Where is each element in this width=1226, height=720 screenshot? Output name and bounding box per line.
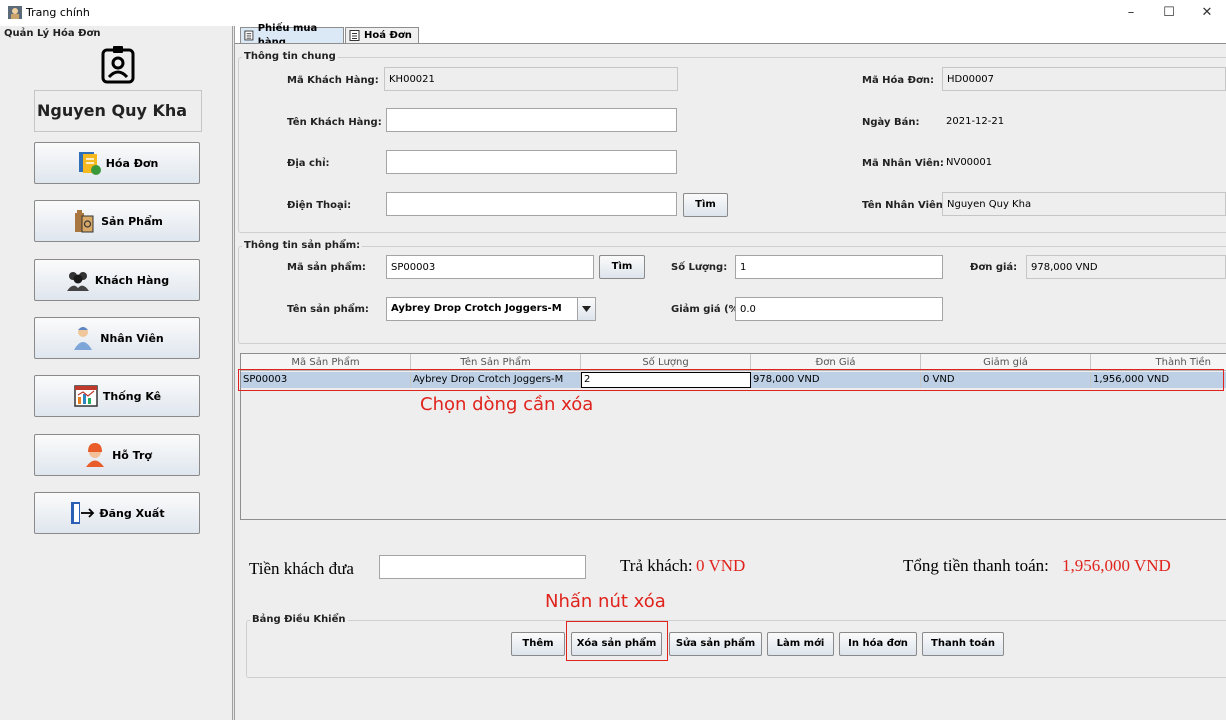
app-icon bbox=[8, 6, 22, 19]
cash-field[interactable] bbox=[379, 555, 586, 579]
product-id-label: Mã sản phẩm: bbox=[287, 262, 366, 273]
quantity-label: Số Lượng: bbox=[671, 262, 728, 273]
tab-purchase-order[interactable]: Phiếu mua hàng bbox=[240, 23, 344, 48]
pay-button[interactable]: Thanh toán bbox=[922, 632, 1004, 656]
customer-name-label: Tên Khách Hàng: bbox=[287, 117, 382, 128]
sidebar-item-employees[interactable]: Nhân Viên bbox=[34, 317, 200, 359]
discount-field[interactable] bbox=[735, 297, 943, 321]
product-name-label: Tên sản phẩm: bbox=[287, 304, 369, 315]
sidebar-item-statistics[interactable]: Thống Kê bbox=[34, 375, 200, 417]
document-icon bbox=[349, 30, 360, 41]
sidebar-item-customers[interactable]: Khách Hàng bbox=[34, 259, 200, 301]
total-value: 1,956,000 VND bbox=[1062, 556, 1171, 575]
invoice-id-field bbox=[942, 67, 1226, 91]
selected-row-highlight bbox=[238, 369, 1224, 391]
sidebar-item-label: Thống Kê bbox=[102, 389, 162, 403]
total-label: Tổng tiền thanh toán: bbox=[903, 556, 1049, 575]
annotation-select-row: Chọn dòng cần xóa bbox=[420, 394, 594, 415]
add-button[interactable]: Thêm bbox=[511, 632, 565, 656]
sale-date-value bbox=[942, 109, 1142, 133]
product-name-dropdown[interactable]: Aybrey Drop Crotch Joggers-M bbox=[386, 297, 596, 321]
customer-search-button[interactable]: Tìm bbox=[683, 193, 728, 217]
sidebar-item-label: Đăng Xuất bbox=[99, 506, 165, 520]
user-name: Nguyen Quy Kha bbox=[34, 90, 202, 132]
column-header-total[interactable]: Thành Tiền bbox=[1091, 354, 1226, 370]
general-info-title: Thông tin chung bbox=[242, 51, 338, 62]
address-field[interactable] bbox=[386, 150, 677, 174]
close-button[interactable]: ✕ bbox=[1192, 4, 1222, 22]
customer-id-label: Mã Khách Hàng: bbox=[287, 75, 379, 86]
sidebar-title: Quản Lý Hóa Đơn bbox=[4, 28, 101, 39]
quantity-field[interactable] bbox=[735, 255, 943, 279]
customer-id-field bbox=[384, 67, 678, 91]
maximize-button[interactable]: ☐ bbox=[1154, 4, 1184, 22]
sidebar-item-label: Nhân Viên bbox=[100, 331, 164, 345]
window-title: Trang chính bbox=[26, 6, 90, 19]
unit-price-field bbox=[1026, 255, 1226, 279]
product-search-button[interactable]: Tìm bbox=[599, 255, 645, 279]
employee-id-label: Mã Nhân Viên: bbox=[862, 158, 944, 169]
user-badge-icon bbox=[101, 46, 135, 84]
sidebar-item-invoice[interactable]: Hóa Đơn bbox=[34, 142, 200, 184]
phone-field[interactable] bbox=[386, 192, 677, 216]
annotation-press-delete: Nhấn nút xóa bbox=[545, 591, 666, 612]
product-icon bbox=[75, 210, 94, 233]
invoice-id-label: Mã Hóa Đơn: bbox=[862, 75, 935, 86]
customers-icon bbox=[66, 272, 89, 291]
address-label: Địa chỉ: bbox=[287, 158, 330, 169]
sidebar-item-label: Sản Phẩm bbox=[101, 214, 163, 228]
employee-name-label: Tên Nhân Viên: bbox=[862, 200, 947, 211]
column-header-product-name[interactable]: Tên Sản Phẩm bbox=[411, 354, 581, 370]
control-panel-title: Bảng Điều Khiển bbox=[250, 614, 348, 625]
edit-product-button[interactable]: Sửa sản phẩm bbox=[669, 632, 762, 656]
sidebar-item-logout[interactable]: Đăng Xuất bbox=[34, 492, 200, 534]
sidebar-item-support[interactable]: Hỗ Trợ bbox=[34, 434, 200, 476]
refresh-button[interactable]: Làm mới bbox=[767, 632, 834, 656]
sidebar-item-products[interactable]: Sản Phẩm bbox=[34, 200, 200, 242]
employee-name-field bbox=[942, 192, 1226, 216]
tab-label: Hoá Đơn bbox=[364, 29, 412, 41]
sidebar-item-label: Hỗ Trợ bbox=[112, 448, 152, 462]
invoice-icon bbox=[78, 152, 101, 175]
cash-label: Tiền khách đưa bbox=[249, 559, 354, 578]
document-icon bbox=[244, 30, 254, 41]
customer-name-field[interactable] bbox=[386, 108, 677, 132]
unit-price-label: Đơn giá: bbox=[970, 262, 1018, 273]
product-info-title: Thông tin sản phẩm: bbox=[242, 240, 363, 251]
logout-icon bbox=[71, 502, 95, 524]
support-icon bbox=[86, 443, 105, 467]
title-bar: Trang chính – ☐ ✕ bbox=[0, 0, 1226, 26]
tab-invoice[interactable]: Hoá Đơn bbox=[345, 27, 419, 43]
column-header-unit-price[interactable]: Đơn Giá bbox=[751, 354, 921, 370]
sale-date-label: Ngày Bán: bbox=[862, 117, 920, 128]
employee-icon bbox=[74, 327, 93, 350]
employee-id-value bbox=[942, 150, 1142, 174]
delete-product-button[interactable]: Xóa sản phẩm bbox=[571, 632, 662, 656]
change-value: 0 VND bbox=[696, 556, 746, 575]
phone-label: Điện Thoại: bbox=[287, 200, 352, 211]
column-header-quantity[interactable]: Số Lượng bbox=[581, 354, 751, 370]
sidebar-item-label: Hóa Đơn bbox=[105, 156, 159, 170]
product-name-selected: Aybrey Drop Crotch Joggers-M bbox=[391, 303, 562, 314]
chevron-down-icon[interactable] bbox=[577, 298, 595, 320]
statistics-icon bbox=[74, 385, 98, 407]
sidebar-item-label: Khách Hàng bbox=[94, 273, 170, 287]
column-header-product-id[interactable]: Mã Sản Phẩm bbox=[241, 354, 411, 370]
product-id-field[interactable] bbox=[386, 255, 594, 279]
minimize-button[interactable]: – bbox=[1116, 4, 1146, 22]
print-invoice-button[interactable]: In hóa đơn bbox=[839, 632, 917, 656]
change-label: Trả khách: bbox=[620, 556, 693, 575]
column-header-discount[interactable]: Giảm giá bbox=[921, 354, 1091, 370]
